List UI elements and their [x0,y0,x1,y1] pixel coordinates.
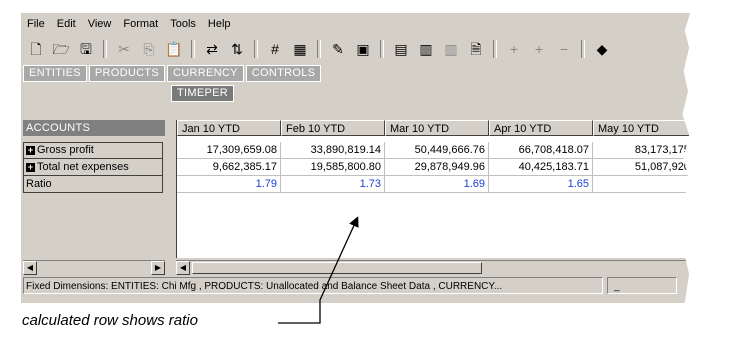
status-text: Fixed Dimensions: ENTITIES: Chi Mfg , PR… [23,277,603,294]
data-cell[interactable]: 29,878,949.96 [385,159,489,176]
chart-dim-icon[interactable]: ▥ [440,39,462,59]
save-icon[interactable]: 🖫 [75,39,97,59]
scroll-left-icon[interactable]: ◀ [23,261,37,275]
row-label[interactable]: + Gross profit [23,142,163,159]
column-header[interactable]: Jan 10 YTD [177,120,281,136]
data-pane: Jan 10 YTD Feb 10 YTD Mar 10 YTD Apr 10 YTD… [176,120,693,258]
menu-edit[interactable]: Edit [51,18,82,30]
data-cell[interactable]: 33,890,819.14 [281,142,385,159]
color-grid-icon[interactable]: ▦ [289,39,311,59]
print-preview-icon[interactable]: 🗎 [465,39,487,59]
scroll-thumb[interactable] [192,262,482,274]
column-dimension-bar: TIMEPER [171,85,236,102]
table-view-icon[interactable]: ▤ [390,39,412,59]
menu-bar: File Edit View Format Tools Help [21,13,237,35]
toolbar-separator [103,40,107,58]
column-header[interactable]: May 10 YTD [593,120,693,136]
pivot-icon[interactable]: ⇄ [201,39,223,59]
paste-icon[interactable]: 📋 [163,39,185,59]
row-label[interactable]: Ratio [23,176,163,193]
menu-view[interactable]: View [82,18,118,30]
toolbar-separator [493,40,497,58]
edit-pencil-icon[interactable]: ✎ [327,39,349,59]
toolbar-separator [254,40,258,58]
row-label-text: Ratio [26,177,52,190]
toolbar: 🗋 🗁 🖫 ✂ ⎘ 📋 ⇄ ⇅ # ▦ ✎ ▣ ▤ ▥ ▥ 🗎 + + − ◆ [25,37,613,61]
data-cell[interactable]: 1.79 [177,176,281,193]
dimension-tab-products[interactable]: PRODUCTS [88,65,166,82]
dimension-tab-accounts[interactable]: ACCOUNTS [23,120,165,136]
dimension-tab-controls[interactable]: CONTROLS [245,65,322,82]
dimension-tab-timeper[interactable]: TIMEPER [171,85,234,102]
data-cell[interactable]: 1.73 [281,176,385,193]
cut-icon[interactable]: ✂ [113,39,135,59]
scroll-right-icon[interactable]: ▶ [151,261,165,275]
column-header[interactable]: Apr 10 YTD [489,120,593,136]
excel-icon[interactable]: ▣ [352,39,374,59]
toolbar-separator [317,40,321,58]
data-cell[interactable] [593,176,693,193]
data-cell[interactable]: 19,585,800.80 [281,159,385,176]
data-cell[interactable]: 40,425,183.71 [489,159,593,176]
new-file-icon[interactable]: 🗋 [25,39,47,59]
data-cell[interactable]: 9,662,385.17 [177,159,281,176]
menu-format[interactable]: Format [117,18,164,30]
application-window: File Edit View Format Tools Help 🗋 🗁 🖫 ✂ ⎘ 📋 ⇄ ⇅ # ▦ ✎ ▣… [20,12,693,303]
dimension-tab-entities[interactable]: ENTITIES [23,65,87,82]
data-cell[interactable]: 51,087,920. [593,159,693,176]
menu-help[interactable]: Help [202,18,237,30]
column-header[interactable]: Feb 10 YTD [281,120,385,136]
data-cell[interactable]: 1.65 [489,176,593,193]
data-cell[interactable]: 50,449,666.76 [385,142,489,159]
swap-icon[interactable]: ⇅ [226,39,248,59]
row-label-text: Total net expenses [37,160,129,173]
status-bar: Fixed Dimensions: ENTITIES: Chi Mfg , PR… [23,277,683,294]
row-label[interactable]: + Total net expenses [23,159,163,176]
decimal-icon[interactable]: # [264,39,286,59]
data-cell[interactable]: 66,708,418.07 [489,142,593,159]
row-header-column: ACCOUNTS + Gross profit + Total net expense… [21,118,169,258]
status-panel: _ [607,277,677,294]
data-scrollbar[interactable]: ◀ [176,260,693,275]
caption-label: calculated row shows ratio [22,312,198,329]
dimension-tab-currency[interactable]: CURRENCY [167,65,244,82]
data-cell[interactable]: 1.69 [385,176,489,193]
data-cell[interactable]: 17,309,659.08 [177,142,281,159]
page-dimension-bar: ENTITIES PRODUCTS CURRENCY CONTROLS [23,65,323,82]
add-row-icon[interactable]: + [503,39,525,59]
column-header[interactable]: Mar 10 YTD [385,120,489,136]
row-header-scrollbar[interactable]: ◀ ▶ [23,260,165,275]
toolbar-separator [191,40,195,58]
data-cell[interactable]: 83,173,175. [593,142,693,159]
expand-icon[interactable]: + [26,162,35,172]
copy-icon[interactable]: ⎘ [138,39,160,59]
add-col-icon[interactable]: + [528,39,550,59]
open-folder-icon[interactable]: 🗁 [50,39,72,59]
spreadsheet-grid: ACCOUNTS + Gross profit + Total net expense… [21,118,693,258]
data-scroll-left-icon[interactable]: ◀ [176,261,190,275]
menu-tools[interactable]: Tools [164,18,202,30]
delete-icon[interactable]: − [553,39,575,59]
menu-file[interactable]: File [21,18,51,30]
toolbar-separator [581,40,585,58]
chart-view-icon[interactable]: ▥ [415,39,437,59]
globe-icon[interactable]: ◆ [591,39,613,59]
toolbar-separator [380,40,384,58]
row-label-text: Gross profit [37,144,94,156]
expand-icon[interactable]: + [26,146,35,155]
